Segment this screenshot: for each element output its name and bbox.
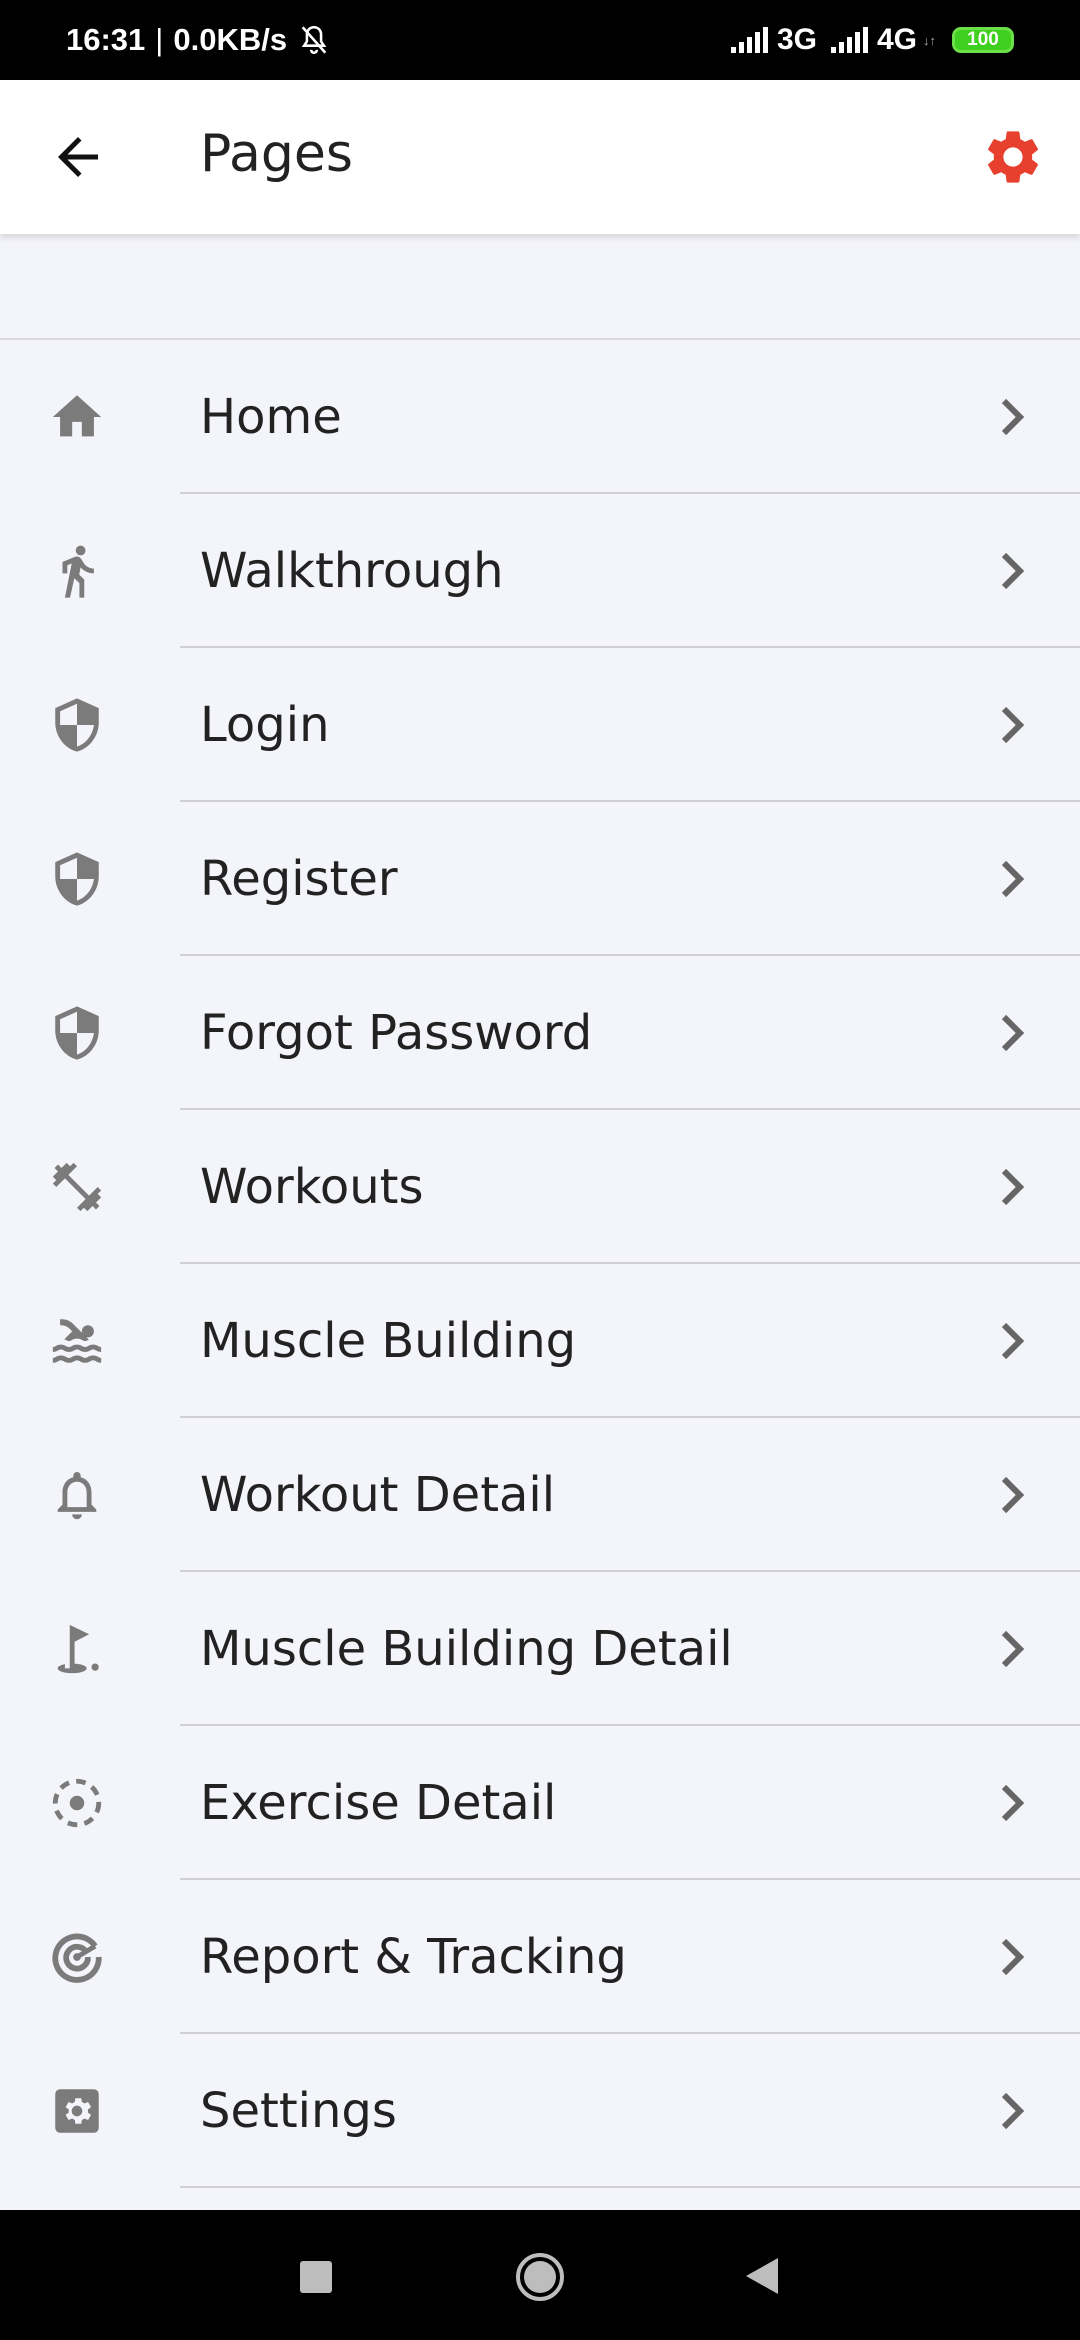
chevron-right-icon	[1001, 706, 1025, 744]
dumbbell-icon	[52, 1162, 102, 1212]
bell-icon	[57, 1472, 97, 1520]
shield-icon	[55, 852, 99, 906]
arrow-left-icon[interactable]	[48, 127, 108, 187]
recents-square-icon[interactable]	[300, 2261, 332, 2293]
signal-icon	[830, 27, 868, 53]
pages-list: Home Walkthrough Login Register Forgot P…	[0, 340, 1080, 2188]
bell-off-icon	[301, 25, 327, 54]
swimmer-icon	[52, 1319, 102, 1363]
status-right: 3G 4G ↓↑ 100	[730, 0, 1014, 80]
list-item-muscle-building-detail[interactable]: Muscle Building Detail	[0, 1572, 1080, 1726]
chevron-right-icon	[1001, 398, 1025, 436]
battery-level: 100	[967, 29, 999, 50]
shield-icon	[55, 1006, 99, 1060]
battery-icon: 100	[952, 27, 1014, 53]
chevron-right-icon	[1001, 1168, 1025, 1206]
chevron-right-icon	[1001, 1476, 1025, 1514]
list-item-settings[interactable]: Settings	[0, 2034, 1080, 2188]
list-item-exercise-detail[interactable]: Exercise Detail	[0, 1726, 1080, 1880]
list-item-home[interactable]: Home	[0, 340, 1080, 494]
list-item-register[interactable]: Register	[0, 802, 1080, 956]
list-item-label: Muscle Building Detail	[200, 1621, 733, 1677]
chevron-right-icon	[1001, 2092, 1025, 2130]
data-activity-arrows: ↓↑	[923, 32, 936, 48]
list-item-login[interactable]: Login	[0, 648, 1080, 802]
list-item-label: Muscle Building	[200, 1313, 577, 1369]
list-item-label: Login	[200, 697, 330, 753]
list-item-label: Workout Detail	[200, 1467, 556, 1523]
list-item-muscle-building[interactable]: Muscle Building	[0, 1264, 1080, 1418]
list-item-forgot-password[interactable]: Forgot Password	[0, 956, 1080, 1110]
radar-icon	[52, 1933, 102, 1983]
list-item-label: Home	[200, 389, 342, 445]
home-icon	[52, 395, 102, 437]
chevron-right-icon	[1001, 1784, 1025, 1822]
list-item-label: Settings	[200, 2083, 397, 2139]
running-person-icon	[62, 545, 94, 598]
list-item-walkthrough[interactable]: Walkthrough	[0, 494, 1080, 648]
target-dashed-icon	[52, 1778, 102, 1828]
golf-flag-icon	[57, 1624, 99, 1674]
list-item-label: Workouts	[200, 1159, 424, 1215]
chevron-right-icon	[1001, 1630, 1025, 1668]
chevron-right-icon	[1001, 1938, 1025, 1976]
chevron-right-icon	[1001, 1014, 1025, 1052]
network-4g-label: 4G	[876, 23, 917, 56]
list-item-report-tracking[interactable]: Report & Tracking	[0, 1880, 1080, 2034]
status-left: 16:31 | 0.0KB/s	[66, 0, 331, 80]
status-bar: 16:31 | 0.0KB/s 3G 4G ↓↑ 100	[0, 0, 1080, 80]
list-item-label: Register	[200, 851, 398, 907]
signal-icon	[730, 27, 768, 53]
chevron-right-icon	[1001, 860, 1025, 898]
home-circle-icon[interactable]	[514, 2251, 566, 2303]
status-time: 16:31	[66, 22, 146, 57]
back-triangle-icon[interactable]	[742, 2254, 782, 2298]
list-item-workouts[interactable]: Workouts	[0, 1110, 1080, 1264]
list-item-workout-detail[interactable]: Workout Detail	[0, 1418, 1080, 1572]
app-bar: Pages	[0, 80, 1080, 234]
shield-icon	[55, 698, 99, 752]
page-title: Pages	[200, 124, 353, 184]
list-item-label: Walkthrough	[200, 543, 504, 599]
chevron-right-icon	[1001, 552, 1025, 590]
network-3g-label: 3G	[776, 23, 817, 56]
status-separator: |	[155, 22, 164, 57]
list-divider	[180, 2186, 1080, 2188]
list-item-label: Exercise Detail	[200, 1775, 557, 1831]
chevron-right-icon	[1001, 1322, 1025, 1360]
gear-icon[interactable]	[981, 125, 1045, 189]
gear-box-icon	[55, 2089, 99, 2133]
list-item-label: Forgot Password	[200, 1005, 593, 1061]
list-item-label: Report & Tracking	[200, 1929, 627, 1985]
system-nav-bar	[0, 2210, 1080, 2340]
status-net-speed: 0.0KB/s	[173, 22, 288, 57]
